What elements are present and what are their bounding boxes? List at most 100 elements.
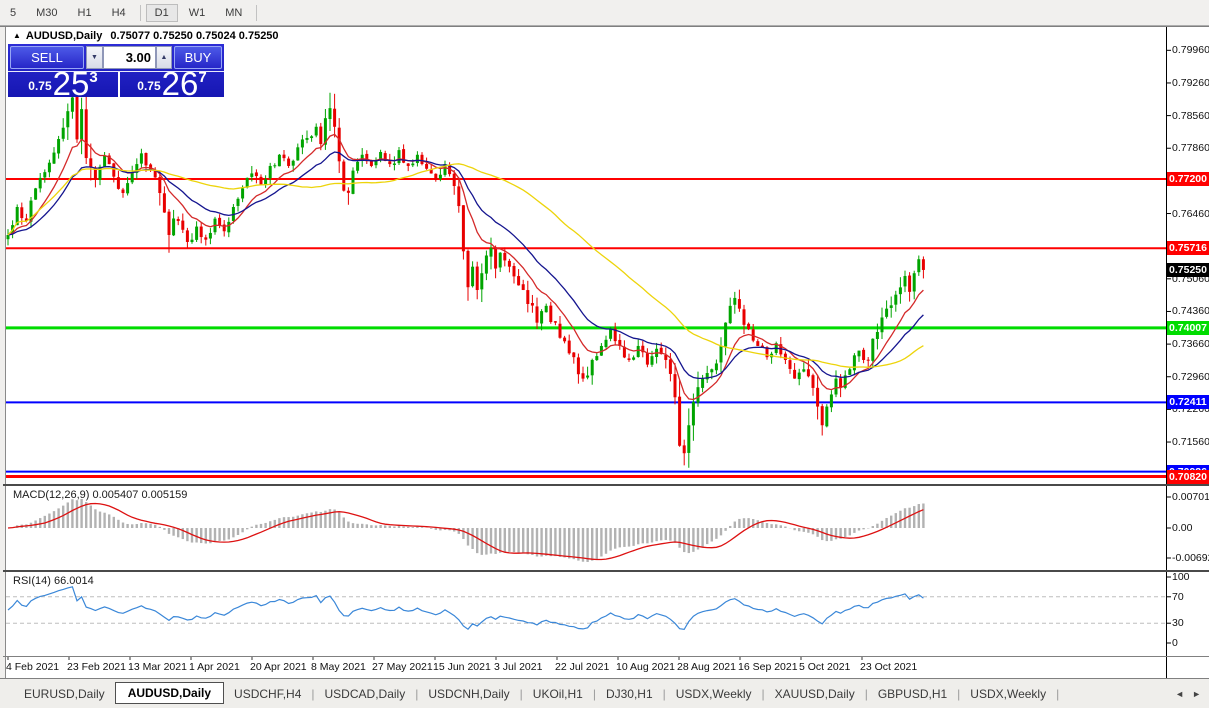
pane-separator-macd[interactable]	[3, 484, 1209, 486]
rsi-axis-tick: 30	[1172, 617, 1184, 630]
date-axis-label: 23 Oct 2021	[860, 661, 918, 673]
timeframe-button-5[interactable]: 5	[1, 4, 25, 22]
timeframe-button-mn[interactable]: MN	[216, 4, 251, 22]
chart-tab-dj30-h1[interactable]: DJ30,H1	[596, 683, 663, 705]
moving-average-lines	[7, 133, 924, 401]
sell-price-big: 25	[52, 65, 90, 102]
buy-price-pip: 7	[198, 69, 207, 86]
timeframe-button-w1[interactable]: W1	[180, 4, 215, 22]
macd-signal-line	[7, 502, 924, 561]
date-axis-label: 3 Jul 2021	[494, 661, 543, 673]
macd-axis-tick: 0.007015	[1172, 491, 1209, 503]
rsi-axis-tick: 100	[1172, 571, 1190, 583]
chart-tab-ukoil-h1[interactable]: UKOil,H1	[523, 683, 593, 705]
chart-tab-usdx-weekly[interactable]: USDX,Weekly	[666, 683, 762, 705]
sell-price-prefix: 0.75	[28, 79, 52, 93]
date-axis-label: 8 May 2021	[311, 661, 366, 673]
date-axis-label: 13 Mar 2021	[128, 661, 187, 673]
level-price-label: 0.77200	[1167, 172, 1209, 187]
level-price-label: 0.75716	[1167, 241, 1209, 256]
timeframe-toolbar: 5 M30 H1 H4 D1 W1 MN	[0, 0, 1209, 26]
price-axis-tick: 0.72960	[1172, 370, 1209, 383]
date-axis-label: 16 Sep 2021	[738, 661, 798, 673]
price-axis-tick: 0.79260	[1172, 76, 1209, 89]
date-axis-label: 15 Jun 2021	[433, 661, 491, 673]
ma-10	[7, 133, 924, 401]
chart-tab-usdx-weekly[interactable]: USDX,Weekly	[960, 683, 1056, 705]
level-price-label: 0.70820	[1167, 469, 1209, 484]
up-arrow-icon: ▲	[160, 54, 168, 61]
date-axis-label: 20 Apr 2021	[250, 661, 307, 673]
timeframe-button-h1[interactable]: H1	[69, 4, 101, 22]
price-axis-tick: 0.76460	[1172, 207, 1209, 220]
rsi-axis-tick: 70	[1172, 590, 1184, 603]
chart-title: ▲ AUDUSD,Daily 0.75077 0.75250 0.75024 0.7…	[13, 30, 279, 42]
macd-indicator-label: MACD(12,26,9) 0.005407 0.005159	[13, 489, 188, 501]
chart-symbol: AUDUSD,Daily	[25, 30, 103, 42]
date-axis-label: 22 Jul 2021	[555, 661, 610, 673]
window-border	[0, 26, 1209, 27]
collapse-triangle-icon[interactable]: ▲	[13, 31, 21, 40]
tab-separator: |	[1056, 686, 1060, 701]
buy-price-display[interactable]: 0.75 26 7	[120, 65, 224, 102]
price-axis-tick: 0.79960	[1172, 44, 1209, 57]
chart-ohlc-values: 0.75077 0.75250 0.75024 0.75250	[110, 30, 279, 42]
chart-tab-audusd-daily[interactable]: AUDUSD,Daily	[114, 681, 225, 704]
macd-main-value: 0.005407	[92, 489, 139, 501]
mt4-terminal: 5 M30 H1 H4 D1 W1 MN ▲ AUDUSD,Daily 0.75077 0.75…	[0, 0, 1209, 708]
chart-tab-eurusd-daily[interactable]: EURUSD,Daily	[14, 683, 115, 705]
price-axis-line	[1166, 27, 1167, 678]
chart-tab-usdchf-h4[interactable]: USDCHF,H4	[224, 683, 311, 705]
date-axis-label: 28 Aug 2021	[677, 661, 736, 673]
chart-tab-gbpusd-h1[interactable]: GBPUSD,H1	[868, 683, 957, 705]
window-left-gutter	[0, 27, 6, 678]
date-axis-label: 1 Apr 2021	[189, 661, 240, 673]
timeframe-button-d1[interactable]: D1	[145, 3, 178, 22]
toolbar-separator	[139, 4, 141, 21]
ma-50	[7, 163, 924, 368]
price-axis-tick: 0.71560	[1172, 436, 1209, 449]
tab-scroll-left-icon[interactable]: ◄	[1175, 689, 1184, 699]
volume-input[interactable]	[103, 46, 156, 69]
timeframe-button-h4[interactable]: H4	[103, 4, 135, 22]
price-axis-tick: 0.73660	[1172, 338, 1209, 351]
rsi-axis-tick: 0	[1172, 637, 1178, 649]
support-resistance-lines	[6, 178, 1166, 479]
buy-price-big: 26	[161, 65, 199, 102]
pane-separator-dates	[3, 656, 1209, 657]
ma-21	[7, 151, 924, 380]
date-axis-label: 10 Aug 2021	[616, 661, 675, 673]
date-axis-label: 5 Oct 2021	[799, 661, 851, 673]
chart-tab-xauusd-daily[interactable]: XAUUSD,Daily	[765, 683, 865, 705]
price-axis-tick: 0.77860	[1172, 142, 1209, 155]
date-axis-label: 4 Feb 2021	[6, 661, 60, 673]
macd-histogram	[11, 498, 925, 562]
toolbar-separator	[256, 4, 258, 21]
price-axis-tick: 0.78560	[1172, 109, 1209, 122]
date-axis-label: 27 May 2021	[372, 661, 433, 673]
current-price-label: 0.75250	[1167, 262, 1209, 277]
date-axis-label: 23 Feb 2021	[67, 661, 126, 673]
macd-axis-tick: 0.00	[1172, 522, 1193, 534]
rsi-line	[7, 586, 924, 631]
macd-signal-value: 0.005159	[141, 489, 188, 501]
macd-axis-tick: -0.006923	[1172, 552, 1209, 564]
timeframe-button-m30[interactable]: M30	[27, 4, 66, 22]
level-price-label: 0.74007	[1167, 320, 1209, 335]
tab-scroll-arrows: ◄ ►	[1175, 689, 1201, 699]
chart-tab-usdcnh-daily[interactable]: USDCNH,Daily	[418, 683, 519, 705]
sell-price-pip: 3	[89, 69, 98, 86]
down-arrow-icon: ▼	[91, 54, 98, 61]
chart-tab-bar: EURUSD,Daily AUDUSD,Daily USDCHF,H4 | USDCAD…	[0, 678, 1209, 708]
tab-scroll-right-icon[interactable]: ►	[1192, 689, 1201, 699]
price-axis-tick: 0.74360	[1172, 305, 1209, 318]
chart-canvas[interactable]	[0, 0, 1209, 708]
chart-tab-usdcad-daily[interactable]: USDCAD,Daily	[315, 683, 416, 705]
rsi-value: 66.0014	[53, 575, 94, 587]
one-click-trade-panel: SELL ▼ ▲ BUY 0.75 25 3 0.75 26 7	[8, 44, 224, 102]
rsi-indicator-label: RSI(14) 66.0014	[13, 575, 94, 587]
level-price-label: 0.72411	[1167, 395, 1209, 410]
candles	[6, 89, 925, 468]
pane-separator-rsi[interactable]	[3, 570, 1209, 572]
sell-price-display[interactable]: 0.75 25 3	[8, 65, 118, 102]
